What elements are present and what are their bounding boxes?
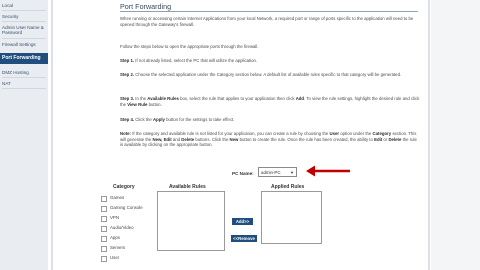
chevron-down-icon: ▼ <box>290 170 294 175</box>
category-label: Apps <box>110 235 121 240</box>
step-3-text: box, select the rule that applies to you… <box>180 96 295 101</box>
step-1-text: If not already listed, select the PC tha… <box>135 58 258 63</box>
note-emphasis: Delete <box>181 136 195 142</box>
step-3-emphasis: Available Rules <box>147 96 179 101</box>
step-3-text: In the <box>135 96 147 101</box>
annotation-arrow-icon <box>306 165 350 177</box>
sidebar-item-dmz-hosting[interactable]: DMZ Hosting <box>2 70 46 75</box>
sidebar-divider <box>2 77 46 78</box>
category-label: Gaming Console <box>110 205 143 210</box>
note-emphasis: User <box>329 131 340 136</box>
note-text: If the category and available rule is no… <box>132 131 329 136</box>
checkbox[interactable] <box>101 206 107 212</box>
note-text: or <box>383 136 388 142</box>
sidebar-item-admin-user[interactable]: Admin User Name & Password <box>2 25 46 35</box>
step-3-label: Step 3. <box>120 96 135 101</box>
category-label: Audio/Video <box>110 225 134 230</box>
content-border <box>428 0 430 270</box>
available-rules-list[interactable] <box>157 191 225 251</box>
step-2: Step 2. Choose the selected application … <box>120 72 420 78</box>
category-heading: Category <box>113 184 135 190</box>
page-margin <box>431 0 480 270</box>
step-4-emphasis: Apply <box>152 117 165 122</box>
pc-name-label: PC Name: <box>232 171 254 176</box>
sidebar-divider <box>2 88 46 89</box>
category-label: Games <box>110 195 125 200</box>
sidebar-item-port-forwarding[interactable]: Port Forwarding <box>0 53 48 64</box>
note: Note: If the category and available rule… <box>120 131 420 148</box>
step-4-text: button for the settings to take effect. <box>166 117 235 122</box>
pc-name-select[interactable]: admin-PC ▼ <box>258 167 297 177</box>
instructions-text: Follow the steps below to open the appro… <box>120 44 259 49</box>
checkbox[interactable] <box>101 226 107 232</box>
step-3: Step 3. In the Available Rules box, sele… <box>120 96 420 107</box>
pc-name-value: admin-PC <box>261 170 281 175</box>
available-rules-heading: Available Rules <box>169 184 206 190</box>
sidebar-item-local[interactable]: Local <box>2 3 46 8</box>
sidebar-divider <box>2 21 46 22</box>
note-emphasis: Category <box>372 131 392 136</box>
checkbox[interactable] <box>101 256 107 262</box>
step-4-text: Click the <box>135 117 152 122</box>
step-1-label: Step 1. <box>120 58 135 63</box>
page-title: Port Forwarding <box>120 2 172 11</box>
title-underline <box>120 11 418 12</box>
step-3-emphasis: View Rule <box>127 101 148 107</box>
category-label: VPN <box>110 215 120 220</box>
note-emphasis: New <box>229 136 239 142</box>
checkbox[interactable] <box>101 246 107 252</box>
step-2-label: Step 2. <box>120 72 135 77</box>
category-label: Servers <box>110 245 126 250</box>
note-label: Note: <box>120 131 131 136</box>
note-text: buttons. Click the <box>195 136 229 142</box>
category-label: User <box>110 255 120 260</box>
step-3-text: button. <box>148 101 162 107</box>
applied-rules-list[interactable] <box>261 191 322 244</box>
step-4-label: Step 4. <box>120 117 135 122</box>
content-divider <box>51 0 53 270</box>
step-4: Step 4. Click the Apply button for the s… <box>120 117 420 123</box>
sidebar-item-firewall-settings[interactable]: Firewall Settings <box>2 42 46 47</box>
applied-rules-heading: Applied Rules <box>271 184 305 190</box>
sidebar-divider <box>2 38 46 39</box>
note-text: and <box>172 136 181 142</box>
sidebar-item-security[interactable]: Security <box>2 14 46 19</box>
step-3-emphasis: Add <box>295 96 305 101</box>
note-text: option under the <box>340 131 372 136</box>
checkbox[interactable] <box>101 236 107 242</box>
add-rule-button[interactable]: Add>> <box>232 218 253 225</box>
sidebar-divider <box>2 10 46 11</box>
remove-rule-button[interactable]: <<Remove <box>231 235 257 242</box>
sidebar-item-label: Port Forwarding <box>2 55 41 61</box>
sidebar-item-nat[interactable]: NAT <box>2 81 46 86</box>
step-2-text: Choose the selected application under th… <box>135 72 402 77</box>
note-emphasis: Delete <box>388 136 402 142</box>
checkbox[interactable] <box>101 196 107 202</box>
step-1: Step 1. If not already listed, select th… <box>120 58 420 64</box>
note-text: button to create the rule. Once the rule… <box>239 136 373 142</box>
note-emphasis: New, Edit <box>152 136 172 142</box>
note-emphasis: Edit <box>374 136 383 142</box>
intro-text: When running or accessing certain Intern… <box>120 16 414 27</box>
sidebar-nav: Local Security Admin User Name & Passwor… <box>0 0 48 270</box>
checkbox[interactable] <box>101 216 107 222</box>
